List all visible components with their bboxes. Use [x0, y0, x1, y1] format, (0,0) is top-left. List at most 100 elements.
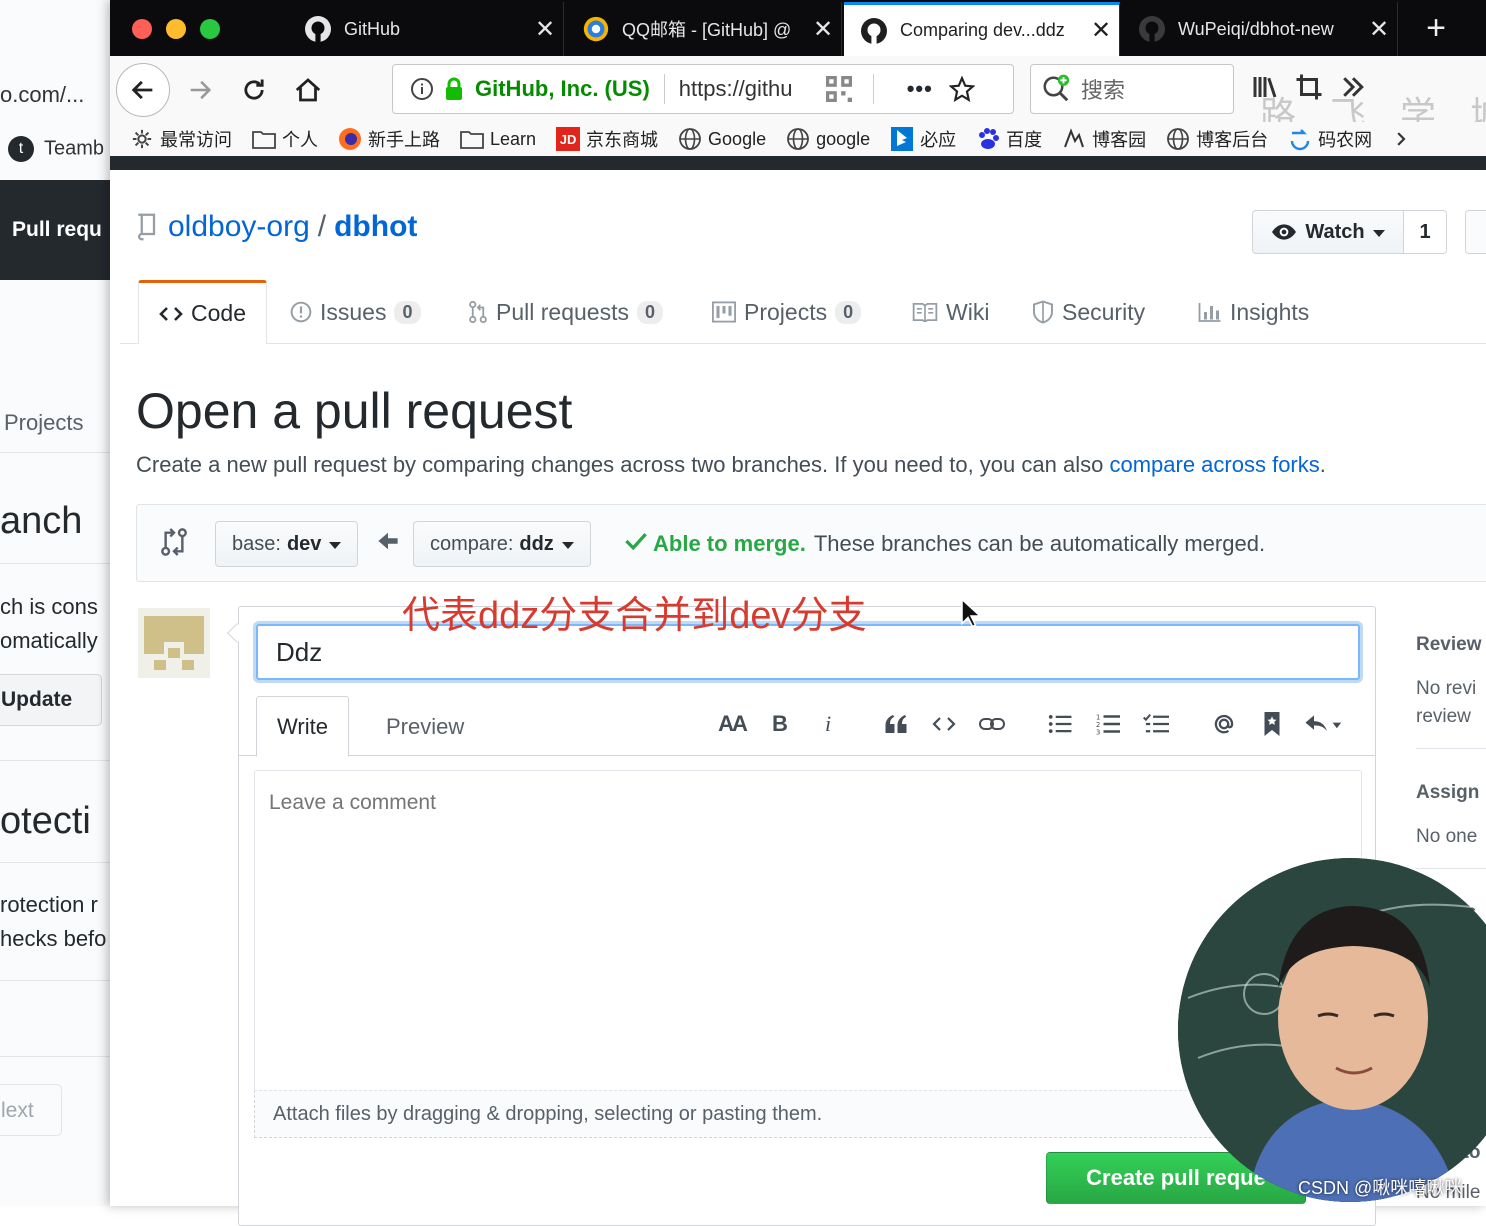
bookmark-item[interactable]: 码农网: [1288, 126, 1372, 152]
search-icon: [1031, 74, 1081, 104]
compare-branch-select[interactable]: compare: ddz: [413, 521, 591, 567]
italic-button[interactable]: i: [804, 704, 852, 744]
home-icon: [295, 78, 321, 102]
tab-qq-mail[interactable]: QQ邮箱 - [GitHub] @ ✕: [566, 2, 842, 56]
tab-code[interactable]: Code: [138, 280, 267, 345]
info-icon[interactable]: [403, 77, 441, 101]
tab-label: Projects: [744, 298, 828, 325]
tab-issues[interactable]: Issues 0: [290, 280, 421, 344]
tab-insights[interactable]: Insights: [1198, 280, 1309, 344]
search-bar[interactable]: 搜索: [1030, 64, 1234, 114]
mananwang-icon: [1288, 127, 1312, 151]
bookmark-item[interactable]: google: [786, 127, 870, 151]
bookmark-item[interactable]: Google: [678, 127, 766, 151]
zoom-window-button[interactable]: [200, 19, 220, 39]
bg-projects-tab[interactable]: Projects: [4, 410, 83, 436]
bg-text-line: hecks befo: [0, 926, 107, 951]
tab-label: Pull requests: [496, 298, 629, 325]
chevron-double-right-icon: [1392, 127, 1416, 151]
new-tab-button[interactable]: +: [1406, 4, 1466, 54]
page-actions-button[interactable]: •••: [898, 76, 942, 102]
search-input[interactable]: 搜索: [1081, 73, 1125, 105]
bookmark-item[interactable]: 新手上路: [338, 126, 440, 152]
bg-team-item[interactable]: t Teamb: [8, 136, 104, 162]
compare-branch-name: ddz: [519, 532, 554, 555]
tab-projects[interactable]: Projects 0: [712, 280, 862, 344]
tab-comparing[interactable]: Comparing dev...ddz ✕: [844, 2, 1120, 56]
header-text-button[interactable]: AA: [708, 704, 756, 744]
tab-write[interactable]: Write: [256, 696, 349, 757]
caret-down-icon: [1372, 221, 1385, 244]
close-icon[interactable]: ✕: [527, 15, 563, 44]
repo-name-link[interactable]: dbhot: [334, 210, 417, 244]
bg-pull-requests-label[interactable]: Pull requ: [12, 218, 102, 242]
mention-icon[interactable]: [1200, 704, 1248, 744]
bookmark-item[interactable]: 博客后台: [1166, 126, 1268, 152]
bg-next-button[interactable]: lext: [0, 1084, 62, 1136]
pull-request-icon: [468, 300, 488, 324]
forward-button[interactable]: [174, 64, 226, 116]
tab-github[interactable]: GitHub ✕: [288, 2, 564, 56]
bookmarks-overflow-button[interactable]: [1392, 127, 1422, 151]
reply-icon[interactable]: [1296, 704, 1352, 744]
url-bar[interactable]: GitHub, Inc. (US) https://githu •••: [392, 64, 1014, 114]
close-icon[interactable]: ✕: [1361, 15, 1397, 44]
bookmark-item[interactable]: 博客园: [1062, 126, 1146, 152]
bg-update-button[interactable]: Update: [0, 674, 102, 726]
tab-preview[interactable]: Preview: [366, 696, 484, 757]
qr-code-icon[interactable]: [819, 76, 859, 102]
close-window-button[interactable]: [132, 19, 152, 39]
merge-status-text: These branches can be automatically merg…: [813, 531, 1266, 556]
task-list-icon[interactable]: [1132, 704, 1180, 744]
tab-label: WuPeiqi/dbhot-new: [1178, 18, 1334, 39]
reload-button[interactable]: [228, 64, 280, 116]
tab-wupeiqi[interactable]: WuPeiqi/dbhot-new ✕: [1122, 2, 1398, 56]
globe-icon: [678, 127, 702, 151]
bg-url-fragment: o.com/...: [0, 82, 85, 107]
bookmark-label: 百度: [1006, 130, 1043, 150]
screenshot-icon[interactable]: [1294, 72, 1324, 109]
bookmark-item[interactable]: 必应: [890, 126, 956, 152]
bookmark-item[interactable]: 百度: [976, 126, 1042, 152]
numbered-list-icon[interactable]: 123: [1084, 704, 1132, 744]
url-text[interactable]: https://githu: [679, 76, 819, 102]
star-button[interactable]: [1465, 210, 1486, 254]
tab-pull-requests[interactable]: Pull requests 0: [468, 280, 663, 344]
bulleted-list-icon[interactable]: [1036, 704, 1084, 744]
watch-count[interactable]: 1: [1403, 210, 1447, 254]
close-icon[interactable]: ✕: [1083, 16, 1119, 45]
watch-button[interactable]: Watch: [1252, 210, 1404, 254]
code-icon[interactable]: [920, 704, 968, 744]
tab-wiki[interactable]: Wiki: [912, 280, 989, 344]
issues-counter: 0: [394, 300, 421, 324]
quote-icon[interactable]: [872, 704, 920, 744]
bookmark-item[interactable]: Learn: [460, 127, 536, 151]
bookmark-icon[interactable]: [1248, 704, 1296, 744]
bold-button[interactable]: B: [756, 704, 804, 744]
star-icon[interactable]: [942, 76, 982, 102]
repo-owner-link[interactable]: oldboy-org: [168, 210, 310, 244]
divider: [663, 74, 665, 104]
close-icon[interactable]: ✕: [805, 15, 841, 44]
jd-icon: JD: [556, 127, 581, 151]
base-branch-select[interactable]: base: dev: [215, 521, 359, 567]
bookmark-label: 博客后台: [1196, 130, 1269, 150]
link-icon[interactable]: [968, 704, 1016, 744]
bookmark-item[interactable]: JD 京东商城: [556, 126, 658, 152]
bookmark-item[interactable]: 最常访问: [130, 126, 232, 152]
chevron-double-right-icon[interactable]: [1338, 72, 1368, 109]
back-button[interactable]: [116, 63, 170, 117]
divider: [0, 452, 111, 453]
compare-across-forks-link[interactable]: compare across forks: [1109, 452, 1319, 477]
minimize-window-button[interactable]: [166, 19, 186, 39]
library-icon[interactable]: [1250, 72, 1280, 109]
assignees-heading[interactable]: Assign: [1416, 782, 1479, 804]
bookmark-label: 新手上路: [368, 130, 440, 150]
folder-icon: [460, 127, 484, 151]
reviewers-heading[interactable]: Review: [1416, 634, 1481, 656]
divider: [0, 1056, 111, 1057]
tab-security[interactable]: Security: [1032, 280, 1145, 344]
home-button[interactable]: [282, 64, 334, 116]
bookmark-item[interactable]: 个人: [252, 126, 318, 152]
svg-text:3: 3: [1096, 729, 1100, 736]
